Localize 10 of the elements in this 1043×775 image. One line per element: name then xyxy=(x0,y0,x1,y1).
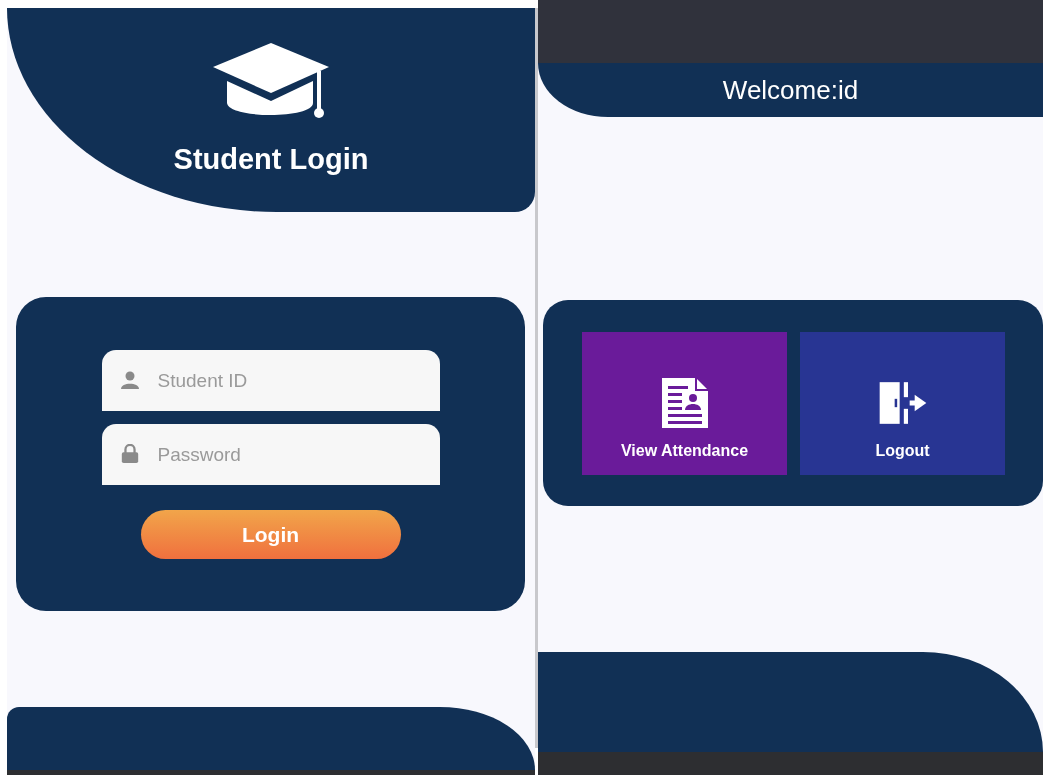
attendance-tile[interactable]: View Attendance xyxy=(582,332,787,475)
logout-tile[interactable]: Logout xyxy=(800,332,1005,475)
student-id-field[interactable]: Student ID xyxy=(101,350,440,411)
document-icon xyxy=(659,376,710,430)
welcome-title: Welcome:id xyxy=(722,74,859,106)
lock-icon xyxy=(119,444,140,464)
graduation-cap-icon xyxy=(211,41,331,121)
user-icon xyxy=(119,370,140,390)
password-field[interactable]: Password xyxy=(101,424,440,485)
screen-title: Student Login xyxy=(173,143,369,176)
